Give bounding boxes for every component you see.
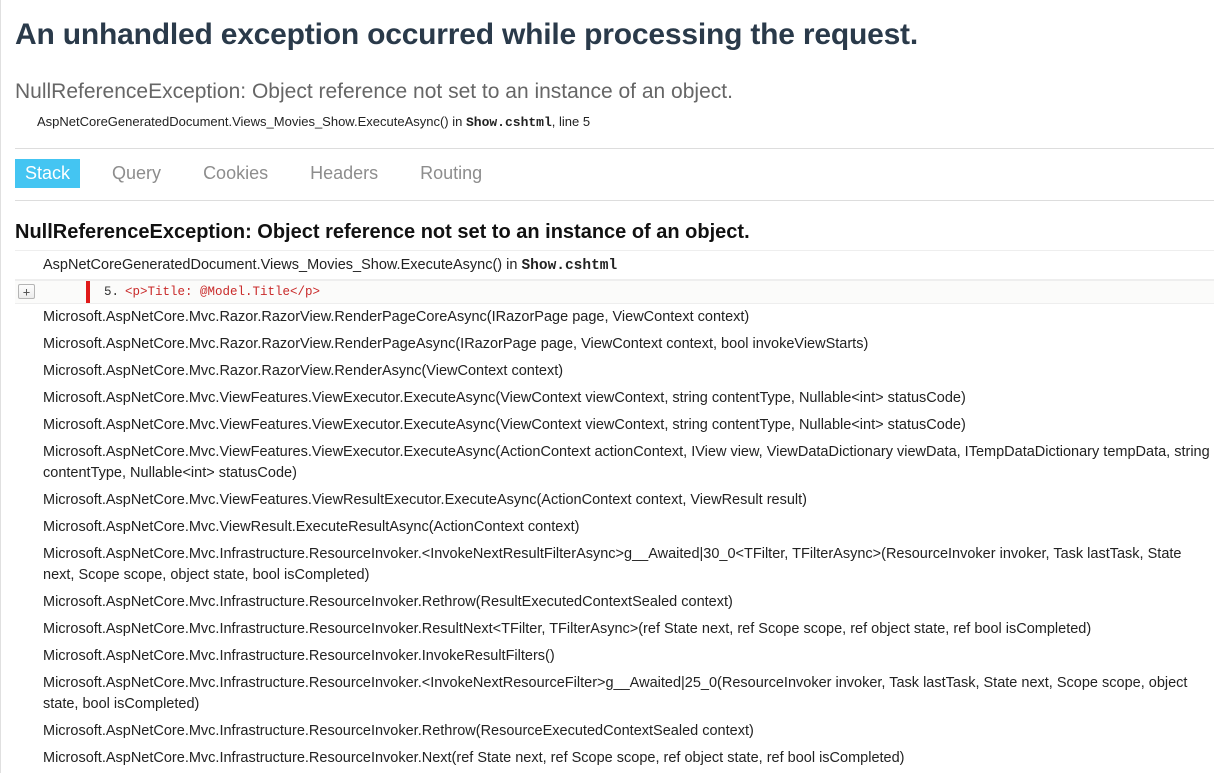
source-line-number: 5.	[104, 285, 125, 299]
tab-routing[interactable]: Routing	[410, 159, 492, 188]
tab-query[interactable]: Query	[102, 159, 171, 188]
tab-stack[interactable]: Stack	[15, 159, 80, 188]
source-line: + 5. <p>Title: @Model.Title</p>	[15, 280, 1214, 304]
stack-frame[interactable]: Microsoft.AspNetCore.Mvc.Razor.RazorView…	[15, 331, 1214, 358]
stack-frame[interactable]: Microsoft.AspNetCore.Mvc.Infrastructure.…	[15, 643, 1214, 670]
expand-source-button[interactable]: +	[18, 284, 35, 299]
stack-frame-first[interactable]: AspNetCoreGeneratedDocument.Views_Movies…	[15, 251, 1214, 280]
page-title: An unhandled exception occurred while pr…	[15, 18, 1214, 52]
stack-frame[interactable]: Microsoft.AspNetCore.Mvc.Infrastructure.…	[15, 589, 1214, 616]
stack-frame[interactable]: Microsoft.AspNetCore.Mvc.Infrastructure.…	[15, 745, 1214, 772]
stack-frame[interactable]: Microsoft.AspNetCore.Mvc.Infrastructure.…	[15, 541, 1214, 589]
stack-frame[interactable]: Microsoft.AspNetCore.Mvc.Razor.RazorView…	[15, 358, 1214, 385]
source-error-marker	[86, 281, 90, 303]
stack-frame[interactable]: Microsoft.AspNetCore.Mvc.Infrastructure.…	[15, 670, 1214, 718]
exception-top-frame: AspNetCoreGeneratedDocument.Views_Movies…	[37, 114, 1214, 148]
tab-bar: Stack Query Cookies Headers Routing	[15, 149, 1214, 201]
source-gutter	[41, 281, 86, 303]
source-code: <p>Title: @Model.Title</p>	[125, 285, 320, 299]
frame-method: AspNetCoreGeneratedDocument.Views_Movies…	[43, 257, 521, 273]
stack-frame[interactable]: Microsoft.AspNetCore.Mvc.Infrastructure.…	[15, 616, 1214, 643]
tab-cookies[interactable]: Cookies	[193, 159, 278, 188]
stack-frame[interactable]: Microsoft.AspNetCore.Mvc.ViewFeatures.Vi…	[15, 385, 1214, 412]
exception-detail-heading: NullReferenceException: Object reference…	[15, 221, 1214, 244]
frame-file: Show.cshtml	[521, 258, 617, 274]
error-page: An unhandled exception occurred while pr…	[0, 0, 1228, 773]
top-frame-file: Show.cshtml	[466, 115, 552, 130]
stack-trace: AspNetCoreGeneratedDocument.Views_Movies…	[15, 250, 1214, 772]
exception-summary: NullReferenceException: Object reference…	[15, 80, 1214, 104]
stack-frame[interactable]: Microsoft.AspNetCore.Mvc.ViewFeatures.Vi…	[15, 439, 1214, 487]
stack-frame[interactable]: Microsoft.AspNetCore.Mvc.ViewResult.Exec…	[15, 514, 1214, 541]
stack-frame[interactable]: Microsoft.AspNetCore.Mvc.Razor.RazorView…	[15, 304, 1214, 331]
tab-headers[interactable]: Headers	[300, 159, 388, 188]
stack-frame[interactable]: Microsoft.AspNetCore.Mvc.ViewFeatures.Vi…	[15, 412, 1214, 439]
top-frame-line: , line 5	[552, 114, 590, 129]
stack-frame[interactable]: Microsoft.AspNetCore.Mvc.ViewFeatures.Vi…	[15, 487, 1214, 514]
stack-frame[interactable]: Microsoft.AspNetCore.Mvc.Infrastructure.…	[15, 718, 1214, 745]
top-frame-method: AspNetCoreGeneratedDocument.Views_Movies…	[37, 114, 466, 129]
